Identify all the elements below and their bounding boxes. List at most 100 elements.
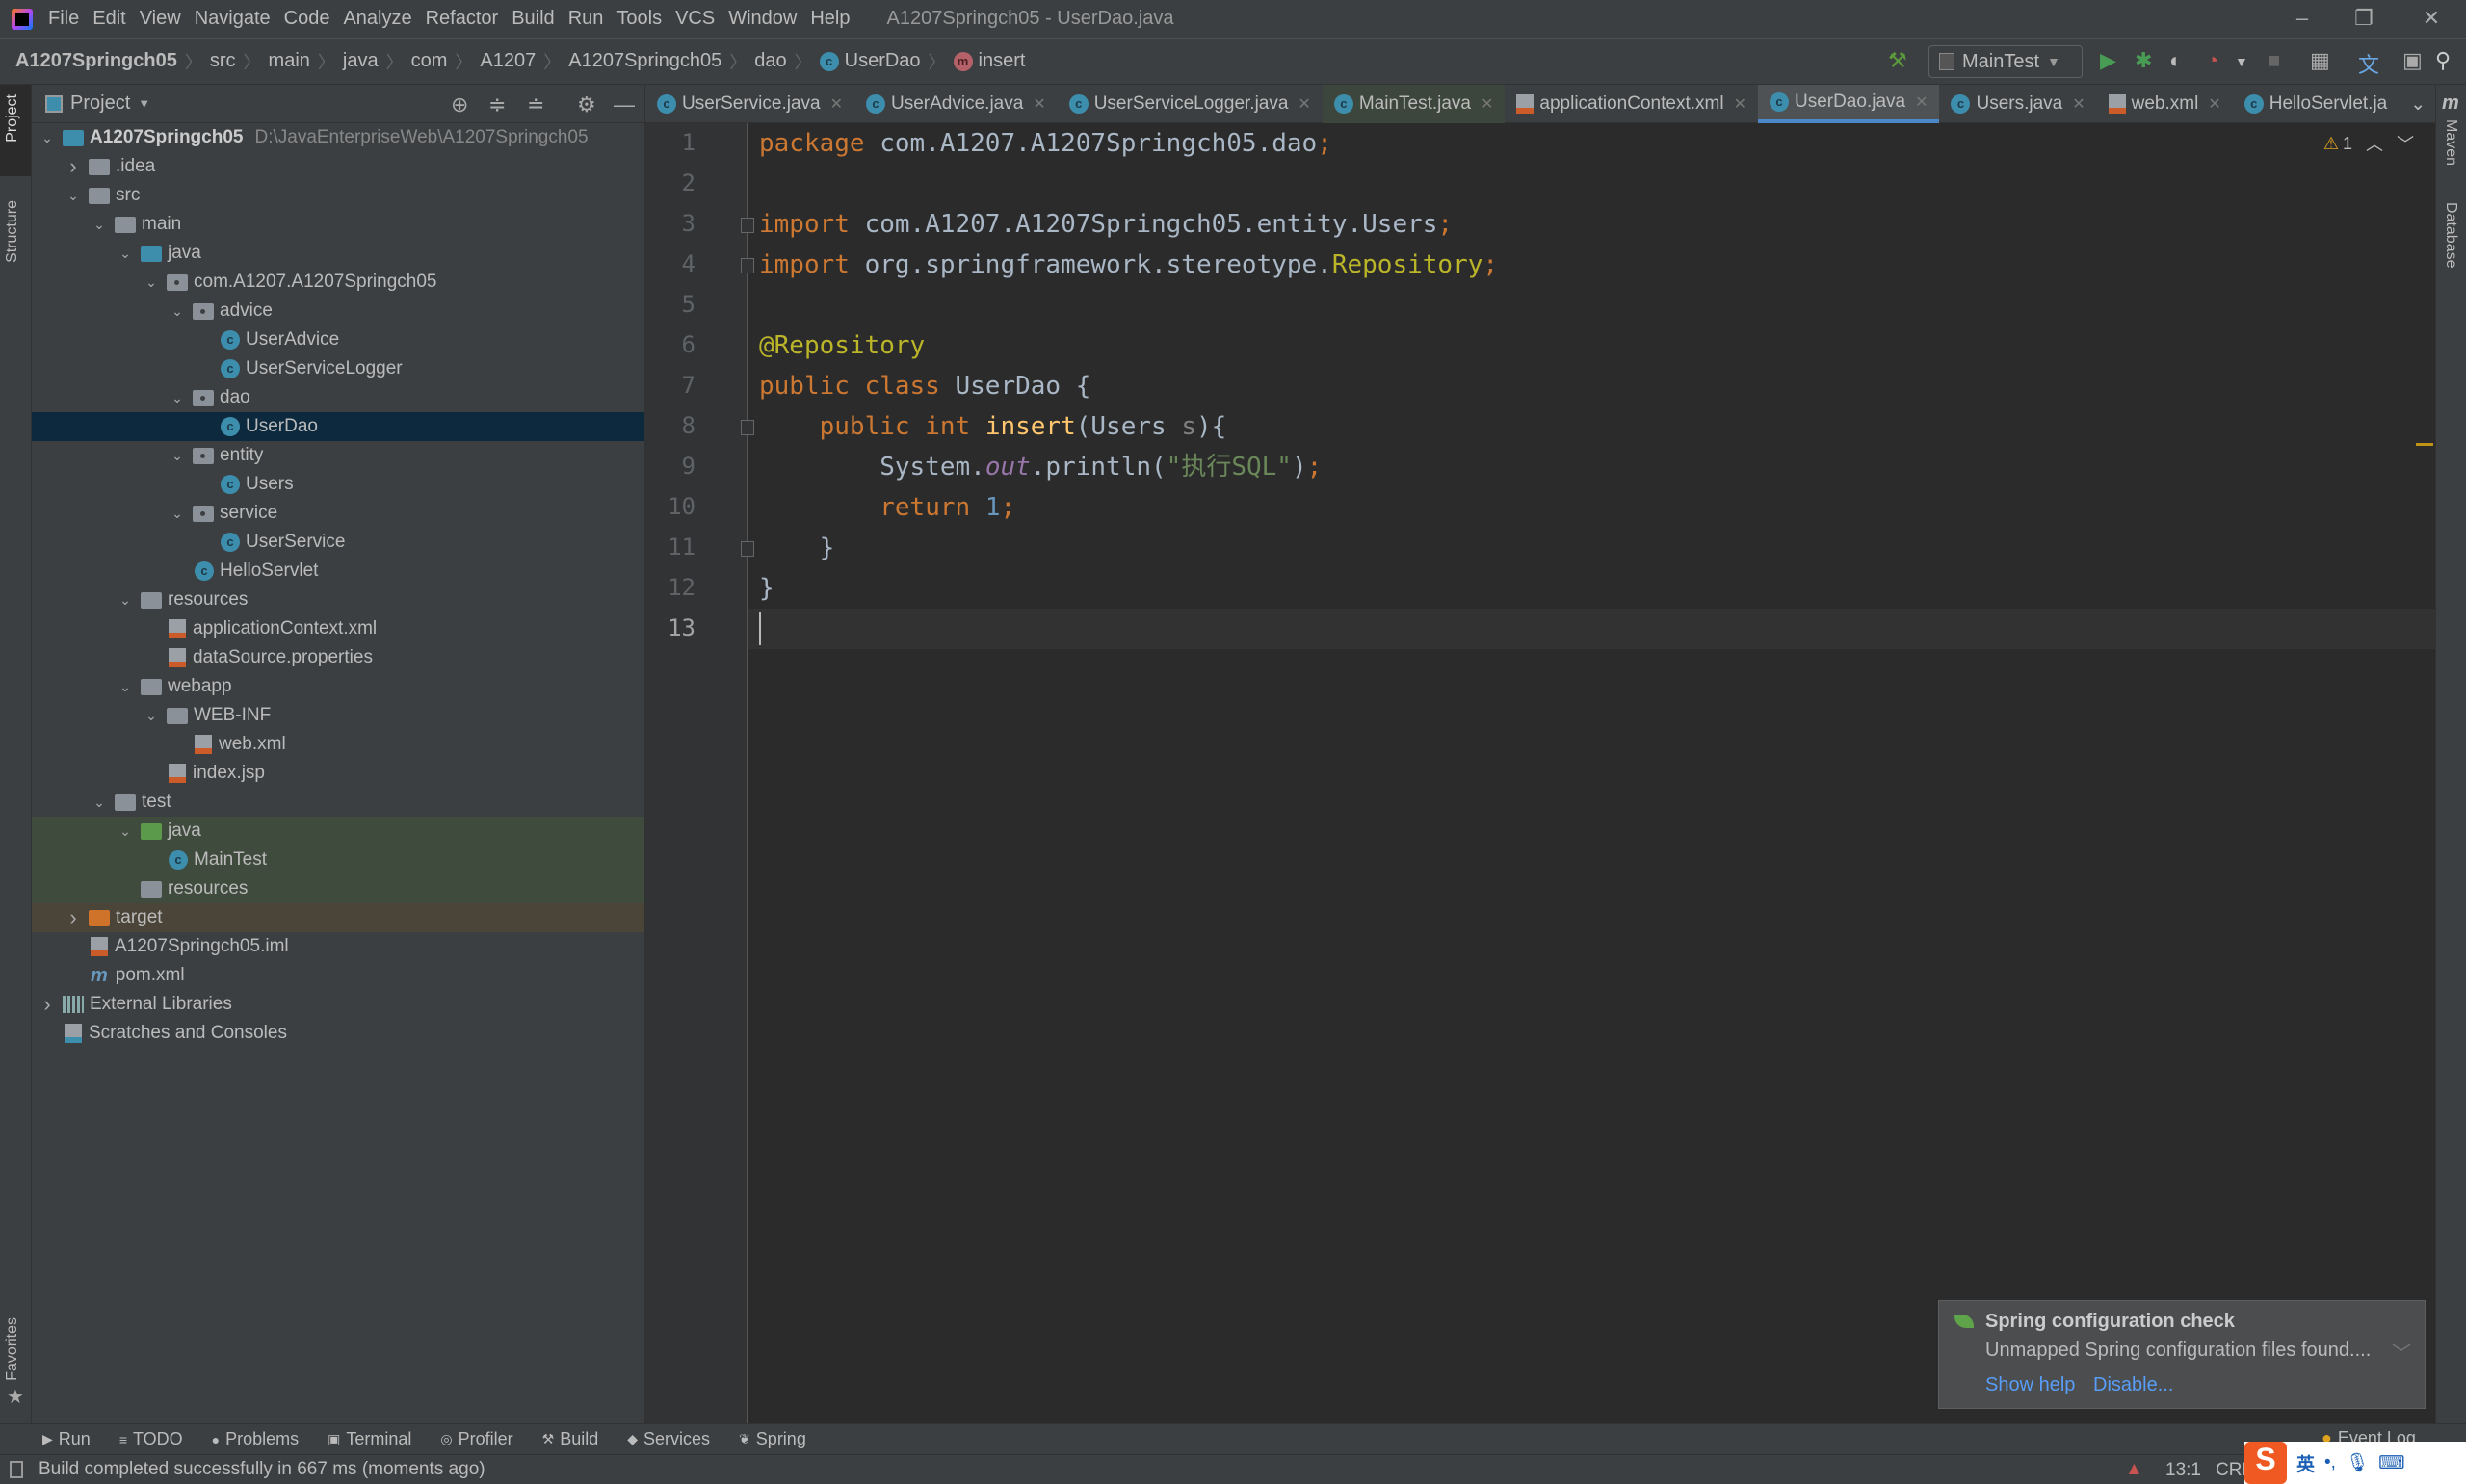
chevron-down-icon[interactable]: ⌄ xyxy=(168,390,187,406)
translate-icon[interactable]: 文 xyxy=(2358,48,2379,79)
chevron-right-icon[interactable]: › xyxy=(38,992,57,1017)
menu-analyze[interactable]: Analyze xyxy=(343,8,411,30)
breadcrumb-item[interactable]: c UserDao xyxy=(819,50,921,72)
chevron-down-icon[interactable]: ⌄ xyxy=(168,506,187,522)
tree-item[interactable]: ⌄ java xyxy=(32,817,644,846)
chevron-down-icon[interactable]: ⌄ xyxy=(116,823,135,840)
chevron-down-icon[interactable]: ⌄ xyxy=(142,708,161,724)
error-indicator-icon[interactable]: ▲ xyxy=(2125,1459,2143,1480)
tree-item[interactable]: ⌄ webapp xyxy=(32,672,644,701)
tree-item[interactable]: Scratches and Consoles xyxy=(32,1019,644,1048)
tool-problems[interactable]: ● Problems xyxy=(212,1429,300,1449)
tree-item[interactable]: c HelloServlet xyxy=(32,557,644,586)
tool-terminal[interactable]: ▣ Terminal xyxy=(328,1429,411,1449)
breadcrumb-item[interactable]: m insert xyxy=(953,50,1025,72)
stop-icon[interactable]: ■ xyxy=(2268,48,2280,73)
build-hammer-icon[interactable]: ⚒ xyxy=(1888,48,1907,73)
tree-item[interactable]: c UserServiceLogger xyxy=(32,354,644,383)
menu-file[interactable]: File xyxy=(48,8,79,30)
tree-item[interactable]: index.jsp xyxy=(32,759,644,788)
tool-build[interactable]: ⚒ Build xyxy=(542,1429,599,1449)
minimize-button[interactable]: – xyxy=(2273,6,2331,31)
tree-item[interactable]: c UserService xyxy=(32,528,644,557)
collapse-all-icon[interactable]: ≐ xyxy=(527,92,544,117)
caret-position[interactable]: 13:1 xyxy=(2165,1460,2201,1481)
chevron-right-icon[interactable]: › xyxy=(64,154,83,179)
breadcrumb-item[interactable]: main xyxy=(269,50,310,72)
tree-item[interactable]: ⌄ src xyxy=(32,181,644,210)
tab-helloservlet-ja[interactable]: c HelloServlet.ja xyxy=(2233,85,2400,123)
tree-item[interactable]: c UserAdvice xyxy=(32,325,644,354)
previous-highlight-icon[interactable]: ︿ xyxy=(2366,131,2383,156)
tree-item[interactable]: ⌄ resources xyxy=(32,586,644,614)
tab-userservice-java[interactable]: c UserService.java ✕ xyxy=(645,85,854,123)
hide-panel-icon[interactable]: — xyxy=(614,92,635,117)
maven-tool-tab[interactable]: Maven xyxy=(2442,119,2459,166)
tree-item[interactable]: ⌄ A1207Springch05 D:\JavaEnterpriseWeb\A12… xyxy=(32,123,644,152)
tree-item[interactable]: dataSource.properties xyxy=(32,643,644,672)
menu-vcs[interactable]: VCS xyxy=(675,8,715,30)
menu-edit[interactable]: Edit xyxy=(92,8,125,30)
close-tab-icon[interactable]: ✕ xyxy=(1734,94,1746,114)
project-structure-icon[interactable]: ▦ xyxy=(2310,48,2330,73)
tree-item[interactable]: ⌄ com.A1207.A1207Springch05 xyxy=(32,268,644,297)
profile-icon[interactable]: ◔ xyxy=(2206,48,2218,73)
tree-item[interactable]: ⌄ main xyxy=(32,210,644,239)
disable-link[interactable]: Disable... xyxy=(2093,1374,2173,1396)
tab-userdao-java[interactable]: c UserDao.java ✕ xyxy=(1757,85,1940,123)
locate-icon[interactable]: ⊕ xyxy=(451,92,468,117)
close-tab-icon[interactable]: ✕ xyxy=(1481,94,1493,114)
breadcrumb-item[interactable]: src xyxy=(210,50,236,72)
menu-run[interactable]: Run xyxy=(568,8,604,30)
menu-window[interactable]: Window xyxy=(728,8,797,30)
chevron-down-icon[interactable]: ⌄ xyxy=(90,217,109,233)
tree-item[interactable]: c UserDao xyxy=(32,412,644,441)
gear-icon[interactable]: ⚙ xyxy=(577,92,596,117)
chevron-down-icon[interactable]: ⌄ xyxy=(116,246,135,262)
show-help-link[interactable]: Show help xyxy=(1985,1374,2075,1396)
breadcrumb-item[interactable]: A1207Springch05 xyxy=(15,50,177,72)
breadcrumb-item[interactable]: A1207Springch05 xyxy=(568,50,721,72)
tree-item[interactable]: A1207Springch05.iml xyxy=(32,932,644,961)
terminal-window-icon[interactable]: ▣ xyxy=(2402,48,2423,73)
menu-build[interactable]: Build xyxy=(512,8,554,30)
project-tool-tab[interactable]: Project xyxy=(4,94,21,143)
tree-item[interactable]: applicationContext.xml xyxy=(32,614,644,643)
tool-profiler[interactable]: ◎ Profiler xyxy=(440,1429,512,1449)
chevron-down-icon[interactable]: ⌄ xyxy=(168,448,187,464)
restore-button[interactable]: ❐ xyxy=(2335,6,2393,31)
chevron-down-icon[interactable]: ⌄ xyxy=(64,188,83,204)
chevron-right-icon[interactable]: › xyxy=(64,905,83,930)
tool-todo[interactable]: ≡ TODO xyxy=(119,1429,183,1449)
tool-services[interactable]: ◆ Services xyxy=(627,1429,710,1449)
close-tab-icon[interactable]: ✕ xyxy=(2072,94,2085,114)
database-tool-tab[interactable]: Database xyxy=(2442,202,2459,269)
chevron-down-icon[interactable]: ⌄ xyxy=(38,130,57,146)
breadcrumb-item[interactable]: com xyxy=(411,50,448,72)
tree-item[interactable]: › .idea xyxy=(32,152,644,181)
fold-marker-icon[interactable] xyxy=(741,541,754,557)
tree-item[interactable]: › External Libraries xyxy=(32,990,644,1019)
tool-spring[interactable]: ❦ Spring xyxy=(739,1429,806,1449)
tree-item[interactable]: ⌄ advice xyxy=(32,297,644,325)
search-icon[interactable]: ⚲ xyxy=(2435,48,2451,73)
expand-chevron-icon[interactable]: ﹀ xyxy=(2392,1338,2411,1366)
fold-marker-icon[interactable] xyxy=(741,258,754,273)
tree-item[interactable]: ⌄ WEB-INF xyxy=(32,701,644,730)
close-tab-icon[interactable]: ✕ xyxy=(1298,94,1310,114)
breadcrumb-item[interactable]: A1207 xyxy=(480,50,536,72)
tree-item[interactable]: resources xyxy=(32,874,644,903)
chevron-down-icon[interactable]: ▼ xyxy=(138,96,150,111)
tree-item[interactable]: › target xyxy=(32,903,644,932)
tree-item[interactable]: ⌄ test xyxy=(32,788,644,817)
next-highlight-icon[interactable]: ﹀ xyxy=(2397,131,2414,156)
tab-maintest-java[interactable]: c MainTest.java ✕ xyxy=(1322,85,1506,123)
chevron-down-icon[interactable]: ⌄ xyxy=(168,303,187,320)
menu-help[interactable]: Help xyxy=(810,8,850,30)
chevron-down-icon[interactable]: ⌄ xyxy=(142,274,161,291)
chevron-down-icon[interactable]: ⌄ xyxy=(116,592,135,609)
close-tab-icon[interactable]: ✕ xyxy=(1915,92,1928,112)
tool-windows-toggle-icon[interactable] xyxy=(10,1461,23,1478)
chevron-down-icon[interactable]: ⌄ xyxy=(90,794,109,811)
fold-marker-icon[interactable] xyxy=(741,218,754,233)
